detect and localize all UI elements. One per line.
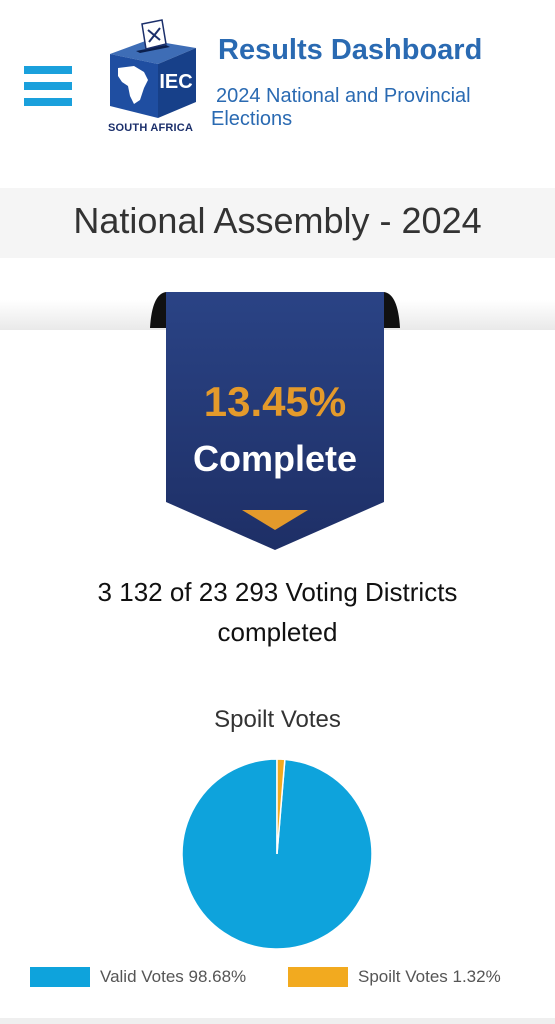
- page-title: Results Dashboard: [218, 34, 483, 66]
- legend-label-valid: Valid Votes 98.68%: [100, 967, 247, 986]
- iec-logo: IEC: [110, 19, 196, 118]
- legend-item-spoilt-votes[interactable]: Spoilt Votes 1.32%: [288, 963, 501, 991]
- bottom-strip: [0, 1018, 555, 1024]
- districts-summary: 3 132 of 23 293 Voting Districts complet…: [40, 572, 515, 652]
- svg-text:IEC: IEC: [159, 71, 192, 93]
- districts-completed-text: completed: [217, 617, 338, 647]
- spoilt-votes-pie-chart: [181, 758, 373, 950]
- section-title: National Assembly - 2024: [73, 200, 482, 241]
- districts-count-text: 3 132 of 23 293 Voting Districts: [97, 577, 458, 607]
- legend-label-spoilt: Spoilt Votes 1.32%: [358, 967, 501, 986]
- page-subtitle: 2024 National and Provincial Elections: [211, 85, 471, 130]
- legend-swatch-valid: [30, 967, 90, 987]
- hamburger-menu-icon[interactable]: [24, 66, 72, 116]
- completion-label: Complete: [192, 438, 358, 479]
- legend-swatch-spoilt: [288, 967, 348, 987]
- chart-legend: Valid Votes 98.68% Spoilt Votes 1.32%: [30, 963, 550, 991]
- app-header: IEC SOUTH AFRICA Results Dashboard 2024 …: [0, 0, 555, 180]
- chart-title: Spoilt Votes: [214, 706, 341, 733]
- legend-item-valid-votes[interactable]: Valid Votes 98.68%: [30, 963, 246, 991]
- logo-caption: SOUTH AFRICA: [108, 122, 194, 134]
- completion-percent: 13.45%: [203, 378, 347, 425]
